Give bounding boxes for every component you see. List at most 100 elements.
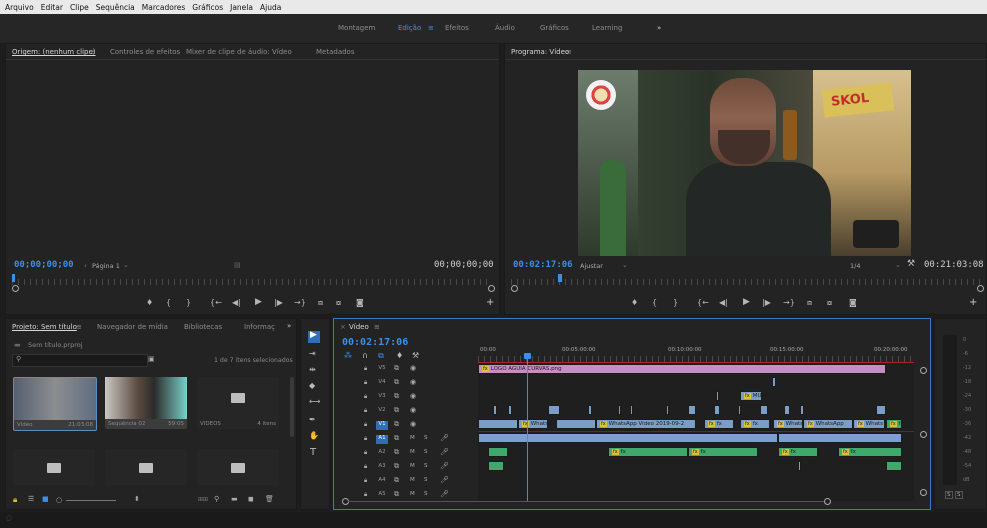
add-button-icon[interactable]: + (969, 297, 977, 308)
microphone-icon[interactable]: 🎤︎ (440, 434, 449, 442)
freeform-view-icon[interactable]: ○ (56, 496, 62, 504)
menu-editar[interactable]: Editar (41, 3, 63, 12)
audio-clip[interactable]: fx fx (838, 447, 902, 457)
sync-lock-icon[interactable]: ⧉ (394, 364, 399, 373)
add-marker-icon[interactable]: ♦ (396, 351, 403, 360)
workspace-more-button[interactable]: » (657, 24, 661, 32)
video-clip[interactable]: fx MUSIC (740, 391, 770, 401)
track-label[interactable]: V2 (376, 407, 388, 416)
pen-tool-icon[interactable]: ✒ (309, 415, 316, 424)
menu-arquivo[interactable]: Arquivo (5, 3, 34, 12)
new-bin-icon[interactable]: ▬ (231, 495, 238, 503)
play-icon[interactable]: ▶ (743, 297, 750, 307)
nest-icon[interactable]: ⁂ (344, 351, 352, 360)
video-clip[interactable] (876, 405, 886, 415)
go-to-in-icon[interactable]: {← (697, 298, 709, 307)
chevron-down-icon[interactable]: ⌄ (895, 261, 901, 269)
add-button-icon[interactable]: + (486, 297, 494, 308)
track-label[interactable]: A4 (376, 477, 388, 486)
insert-icon[interactable]: ⧈ (318, 298, 323, 308)
sync-lock-icon[interactable]: ⧉ (394, 476, 399, 485)
track-lock-icon[interactable]: 🔒︎ (364, 449, 367, 457)
tab-sequence[interactable]: Vídeo (349, 323, 369, 331)
eye-icon[interactable]: ◉ (410, 406, 416, 414)
audio-clip[interactable]: fx fx (688, 447, 758, 457)
eye-icon[interactable]: ◉ (410, 364, 416, 372)
step-forward-icon[interactable]: |▶ (274, 298, 283, 307)
track-lock-icon[interactable]: 🔒︎ (364, 463, 367, 471)
tab-libraries[interactable]: Bibliotecas (184, 323, 222, 331)
workspace-learning[interactable]: Learning (592, 24, 622, 32)
camera-icon[interactable]: ◙ (356, 298, 364, 307)
selection-tool-icon[interactable]: ▶ (308, 330, 320, 343)
go-to-out-icon[interactable]: →} (294, 298, 306, 307)
project-folder[interactable] (197, 449, 279, 485)
solo-button[interactable]: S (424, 435, 428, 441)
mark-in-icon[interactable]: { (652, 298, 657, 307)
project-folder[interactable]: VIDEOS 4 itens (197, 377, 279, 429)
video-clip[interactable] (618, 405, 621, 415)
overwrite-icon[interactable]: ⧇ (336, 298, 341, 308)
tab-project[interactable]: Projeto: Sem título (12, 323, 77, 331)
track-area[interactable] (478, 363, 914, 501)
menu-graficos[interactable]: Gráficos (192, 3, 223, 12)
zoom-slider[interactable] (66, 500, 116, 501)
mark-out-icon[interactable]: } (186, 298, 191, 307)
track-lock-icon[interactable]: 🔒︎ (364, 407, 367, 415)
menu-ajuda[interactable]: Ajuda (260, 3, 281, 12)
source-playhead[interactable] (12, 274, 15, 282)
video-clip[interactable] (666, 405, 669, 415)
step-back-icon[interactable]: ◀| (232, 298, 241, 307)
step-forward-icon[interactable]: |▶ (762, 298, 771, 307)
solo-button[interactable]: S (424, 463, 428, 469)
chevron-down-icon[interactable]: ⌄ (622, 261, 628, 269)
tab-effect-controls[interactable]: Controles de efeitos (110, 48, 180, 56)
tab-info[interactable]: Informaç (244, 323, 275, 331)
video-clip[interactable] (772, 377, 776, 387)
track-label[interactable]: V1 (376, 421, 388, 430)
track-lock-icon[interactable]: 🔒︎ (364, 491, 367, 499)
workspace-graficos[interactable]: Gráficos (540, 24, 569, 32)
video-clip[interactable]: fx Whats (773, 419, 803, 429)
track-lock-icon[interactable]: 🔒︎ (364, 435, 367, 443)
sync-lock-icon[interactable]: ⧉ (394, 378, 399, 387)
program-timecode[interactable]: 00:02:17:06 (513, 260, 573, 270)
solo-right-button[interactable]: S (955, 491, 963, 499)
solo-left-button[interactable]: S (945, 491, 953, 499)
list-view-icon[interactable]: ☰ (28, 495, 34, 503)
timeline-tab-menu-icon[interactable]: ≡ (374, 323, 380, 331)
eye-icon[interactable]: ◉ (410, 420, 416, 428)
mark-out-icon[interactable]: } (673, 298, 678, 307)
ripple-edit-tool-icon[interactable]: ⇹ (309, 365, 316, 374)
audio-clip[interactable] (886, 461, 902, 471)
track-label[interactable]: A5 (376, 491, 388, 500)
track-lock-icon[interactable]: 🔒︎ (364, 393, 367, 401)
source-ruler[interactable] (12, 279, 492, 285)
video-clip[interactable] (800, 405, 804, 415)
mute-button[interactable]: M (410, 463, 415, 469)
track-label[interactable]: V3 (376, 393, 388, 402)
panel-more-button[interactable]: » (287, 322, 291, 330)
solo-button[interactable]: S (424, 491, 428, 497)
prev-page-icon[interactable]: ‹ (84, 262, 87, 270)
marker-icon[interactable]: ♦ (146, 298, 153, 307)
track-lock-icon[interactable]: 🔒︎ (364, 365, 367, 373)
track-label[interactable]: A2 (376, 449, 388, 458)
eye-icon[interactable]: ◉ (410, 392, 416, 400)
chevron-down-icon[interactable]: ⌄ (123, 261, 129, 269)
marker-icon[interactable]: ♦ (631, 298, 638, 307)
video-clip[interactable]: fx fx (740, 419, 770, 429)
workspace-edicao[interactable]: Edição (398, 24, 421, 32)
find-icon[interactable]: ⚲ (214, 495, 219, 503)
project-folder[interactable] (13, 449, 95, 485)
audio-clip[interactable] (488, 447, 508, 457)
workspace-menu-icon[interactable]: ≡ (428, 24, 434, 32)
mute-button[interactable]: M (410, 477, 415, 483)
video-clip[interactable]: fx WhatsA (518, 419, 552, 429)
resolution-select[interactable]: 1/4 (850, 262, 860, 270)
project-tab-menu-icon[interactable]: ≡ (76, 323, 82, 331)
camera-icon[interactable]: ◙ (849, 298, 857, 307)
source-timecode[interactable]: 00;00;00;00 (14, 260, 74, 270)
mute-button[interactable]: M (410, 435, 415, 441)
tab-metadata[interactable]: Metadados (316, 48, 355, 56)
